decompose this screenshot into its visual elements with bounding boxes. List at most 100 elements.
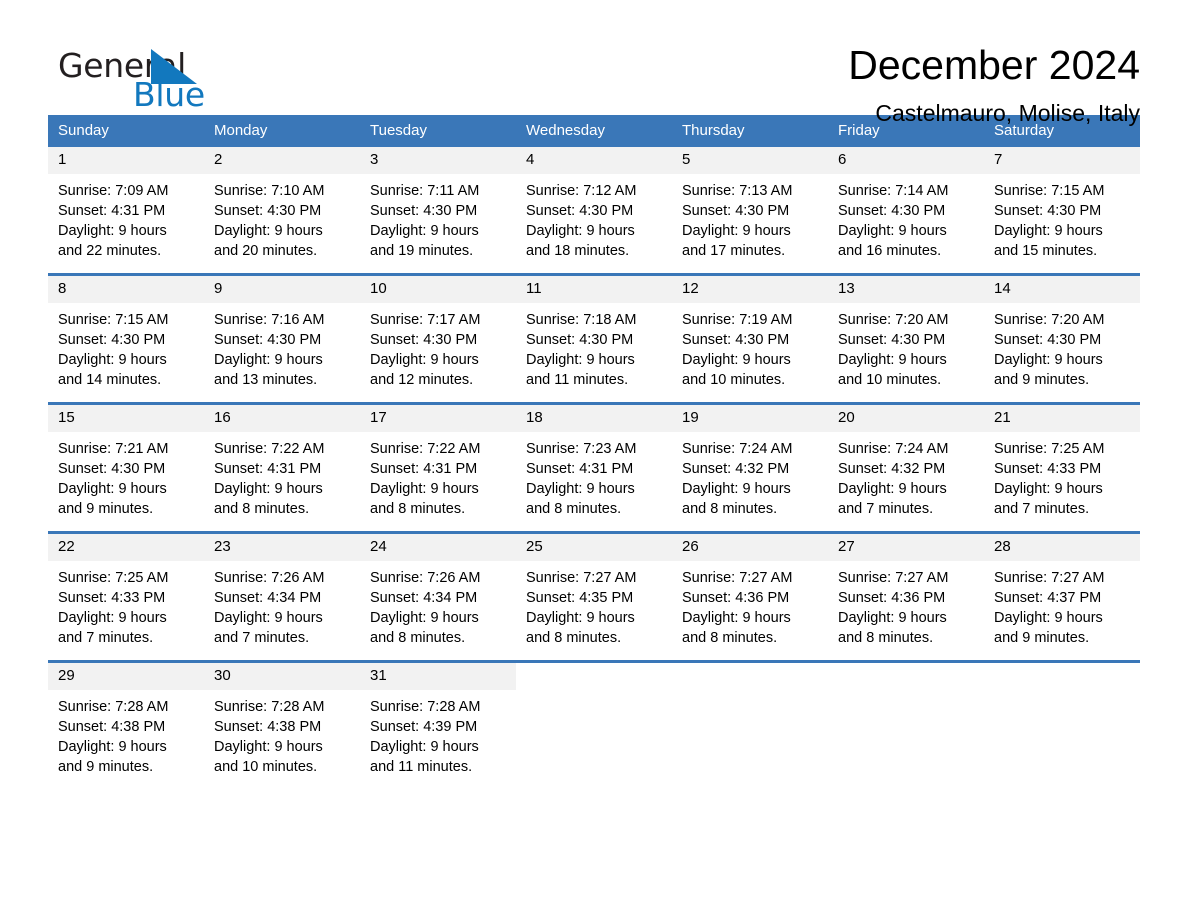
day-cell[interactable]: 13 Sunrise: 7:20 AM Sunset: 4:30 PM Dayligh… [828,276,984,396]
day-number: 25 [526,538,543,555]
day-cell[interactable]: 17 Sunrise: 7:22 AM Sunset: 4:31 PM Dayligh… [360,405,516,525]
day-cell[interactable]: 7 Sunrise: 7:15 AM Sunset: 4:30 PM Daylight… [984,147,1140,267]
day-cell[interactable]: 1 Sunrise: 7:09 AM Sunset: 4:31 PM Daylight… [48,147,204,267]
daylight-duration-line1: Daylight: 9 hours [58,739,167,755]
day-cell[interactable]: 20 Sunrise: 7:24 AM Sunset: 4:32 PM Dayligh… [828,405,984,525]
sunrise-time: Sunrise: 7:14 AM [838,183,949,199]
day-cell[interactable]: 6 Sunrise: 7:14 AM Sunset: 4:30 PM Daylight… [828,147,984,267]
day-cell[interactable]: 27 Sunrise: 7:27 AM Sunset: 4:36 PM Dayligh… [828,534,984,654]
day-cell[interactable]: 11 Sunrise: 7:18 AM Sunset: 4:30 PM Dayligh… [516,276,672,396]
weekday-header-thursday: Thursday [682,122,745,139]
day-cell[interactable]: 19 Sunrise: 7:24 AM Sunset: 4:32 PM Dayligh… [672,405,828,525]
calendar-week-row: 8 Sunrise: 7:15 AM Sunset: 4:30 PM Daylight… [48,273,1140,396]
day-number-strip: 1 [48,147,204,174]
sunrise-time: Sunrise: 7:23 AM [526,441,637,457]
daylight-duration-line2: and 8 minutes. [838,630,934,646]
daylight-duration-line2: and 11 minutes. [370,759,473,775]
day-number-strip: 2 [204,147,360,174]
day-number: 9 [214,280,223,297]
day-number: 4 [526,151,535,168]
day-cell[interactable]: 30 Sunrise: 7:28 AM Sunset: 4:38 PM Dayligh… [204,663,360,783]
daylight-duration-line2: and 8 minutes. [526,630,622,646]
day-cell[interactable]: 5 Sunrise: 7:13 AM Sunset: 4:30 PM Daylight… [672,147,828,267]
weekday-header-wednesday: Wednesday [526,122,605,139]
day-cell[interactable]: 24 Sunrise: 7:26 AM Sunset: 4:34 PM Dayligh… [360,534,516,654]
calendar-week-row: 29 Sunrise: 7:28 AM Sunset: 4:38 PM Dayligh… [48,660,1140,783]
day-cell[interactable]: 25 Sunrise: 7:27 AM Sunset: 4:35 PM Dayligh… [516,534,672,654]
daylight-duration-line2: and 19 minutes. [370,243,474,259]
sunrise-time: Sunrise: 7:15 AM [994,183,1105,199]
day-number-strip: 24 [360,534,516,561]
day-cell[interactable]: 26 Sunrise: 7:27 AM Sunset: 4:36 PM Dayligh… [672,534,828,654]
day-cell[interactable]: 14 Sunrise: 7:20 AM Sunset: 4:30 PM Dayligh… [984,276,1140,396]
day-cell[interactable]: 9 Sunrise: 7:16 AM Sunset: 4:30 PM Daylight… [204,276,360,396]
day-cell[interactable]: 31 Sunrise: 7:28 AM Sunset: 4:39 PM Dayligh… [360,663,516,783]
day-cell[interactable]: 2 Sunrise: 7:10 AM Sunset: 4:30 PM Daylight… [204,147,360,267]
day-number-strip: 22 [48,534,204,561]
day-number-strip: 26 [672,534,828,561]
sunset-time: Sunset: 4:35 PM [526,590,634,606]
sunset-time: Sunset: 4:33 PM [58,590,166,606]
day-number-strip: 20 [828,405,984,432]
sunset-time: Sunset: 4:30 PM [994,332,1102,348]
sunrise-time: Sunrise: 7:27 AM [838,570,949,586]
sunset-time: Sunset: 4:30 PM [58,332,166,348]
day-cell[interactable]: 18 Sunrise: 7:23 AM Sunset: 4:31 PM Dayligh… [516,405,672,525]
day-cell[interactable]: 29 Sunrise: 7:28 AM Sunset: 4:38 PM Dayligh… [48,663,204,783]
sunrise-time: Sunrise: 7:12 AM [526,183,637,199]
day-details: Sunrise: 7:16 AM Sunset: 4:30 PM Daylight:… [204,303,360,396]
day-number-strip: 5 [672,147,828,174]
day-number: 19 [682,409,699,426]
daylight-duration-line2: and 13 minutes. [214,372,318,388]
sunrise-time: Sunrise: 7:09 AM [58,183,169,199]
day-cell[interactable]: 4 Sunrise: 7:12 AM Sunset: 4:30 PM Daylight… [516,147,672,267]
day-number-strip: 28 [984,534,1140,561]
daylight-duration-line1: Daylight: 9 hours [370,223,479,239]
day-number: 26 [682,538,699,555]
day-number-strip: 15 [48,405,204,432]
sunset-time: Sunset: 4:38 PM [58,719,166,735]
generalblue-logo: General Blue [48,42,248,114]
daylight-duration-line1: Daylight: 9 hours [838,352,947,368]
day-number: 1 [58,151,67,168]
daylight-duration-line1: Daylight: 9 hours [58,610,167,626]
day-details: Sunrise: 7:10 AM Sunset: 4:30 PM Daylight:… [204,174,360,267]
day-cell[interactable]: 21 Sunrise: 7:25 AM Sunset: 4:33 PM Dayligh… [984,405,1140,525]
daylight-duration-line1: Daylight: 9 hours [994,610,1103,626]
daylight-duration-line1: Daylight: 9 hours [994,223,1103,239]
day-details: Sunrise: 7:21 AM Sunset: 4:30 PM Daylight:… [48,432,204,525]
day-cell[interactable]: 10 Sunrise: 7:17 AM Sunset: 4:30 PM Dayligh… [360,276,516,396]
sunset-time: Sunset: 4:32 PM [838,461,946,477]
day-cell[interactable]: 23 Sunrise: 7:26 AM Sunset: 4:34 PM Dayligh… [204,534,360,654]
day-number: 15 [58,409,75,426]
day-cell[interactable]: 3 Sunrise: 7:11 AM Sunset: 4:30 PM Daylight… [360,147,516,267]
daylight-duration-line2: and 8 minutes. [526,501,622,517]
day-cell[interactable]: 15 Sunrise: 7:21 AM Sunset: 4:30 PM Dayligh… [48,405,204,525]
sunrise-time: Sunrise: 7:28 AM [58,699,169,715]
sunset-time: Sunset: 4:38 PM [214,719,322,735]
day-details: Sunrise: 7:20 AM Sunset: 4:30 PM Daylight:… [828,303,984,396]
daylight-duration-line1: Daylight: 9 hours [838,610,947,626]
day-cell-empty [516,663,672,783]
day-cell[interactable]: 8 Sunrise: 7:15 AM Sunset: 4:30 PM Daylight… [48,276,204,396]
day-details: Sunrise: 7:27 AM Sunset: 4:35 PM Daylight:… [516,561,672,654]
day-details: Sunrise: 7:24 AM Sunset: 4:32 PM Daylight:… [672,432,828,525]
day-number-strip: 3 [360,147,516,174]
day-details: Sunrise: 7:25 AM Sunset: 4:33 PM Daylight:… [984,432,1140,525]
day-cell[interactable]: 16 Sunrise: 7:22 AM Sunset: 4:31 PM Dayligh… [204,405,360,525]
daylight-duration-line1: Daylight: 9 hours [838,223,947,239]
day-details: Sunrise: 7:27 AM Sunset: 4:36 PM Daylight:… [672,561,828,654]
day-details: Sunrise: 7:14 AM Sunset: 4:30 PM Daylight:… [828,174,984,267]
daylight-duration-line1: Daylight: 9 hours [214,739,323,755]
daylight-duration-line1: Daylight: 9 hours [994,352,1103,368]
day-cell[interactable]: 22 Sunrise: 7:25 AM Sunset: 4:33 PM Dayligh… [48,534,204,654]
daylight-duration-line1: Daylight: 9 hours [58,223,167,239]
daylight-duration-line2: and 7 minutes. [58,630,154,646]
day-cell[interactable]: 28 Sunrise: 7:27 AM Sunset: 4:37 PM Dayligh… [984,534,1140,654]
calendar-week-row: 15 Sunrise: 7:21 AM Sunset: 4:30 PM Dayligh… [48,402,1140,525]
sunrise-time: Sunrise: 7:22 AM [214,441,325,457]
day-number: 30 [214,667,231,684]
day-cell[interactable]: 12 Sunrise: 7:19 AM Sunset: 4:30 PM Dayligh… [672,276,828,396]
daylight-duration-line1: Daylight: 9 hours [214,352,323,368]
daylight-duration-line2: and 12 minutes. [370,372,474,388]
